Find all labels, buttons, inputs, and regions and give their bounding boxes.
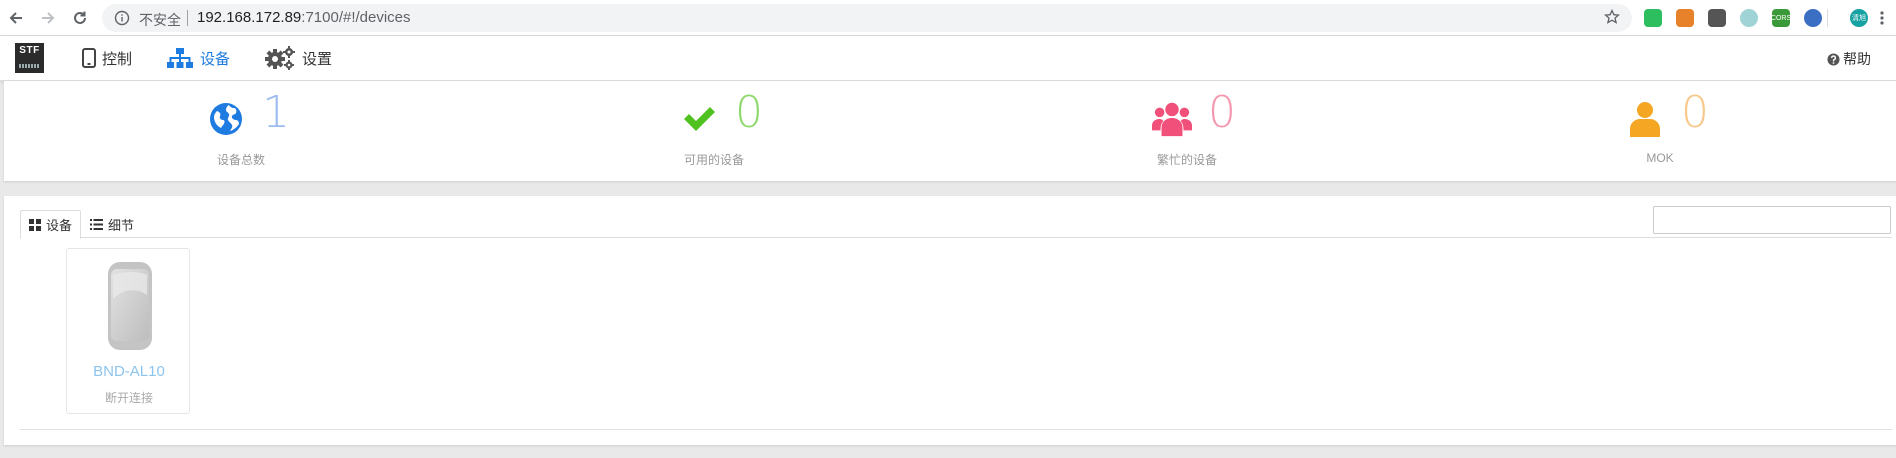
toolbar-divider xyxy=(1827,9,1828,27)
device-status: 断开连接 xyxy=(104,391,153,405)
devices-panel: 设备 细节 BND-AL10 断开连接 xyxy=(4,196,1896,445)
info-icon[interactable] xyxy=(114,10,130,31)
stat-busy-caption: 繁忙的设备 xyxy=(1156,153,1217,167)
tab-details-label: 细节 xyxy=(108,218,135,233)
forward-button[interactable] xyxy=(36,6,60,30)
stat-busy: 0 繁忙的设备 xyxy=(950,81,1423,181)
circle-extension-icon[interactable] xyxy=(1740,9,1758,27)
globe-icon xyxy=(206,99,246,139)
security-label: 不安全 xyxy=(139,12,181,28)
stats-panel: 1 设备总数 0 可用的设备 0 繁忙的设备 0 MOK xyxy=(4,81,1896,181)
profile-avatar-text: 清旭 xyxy=(1852,15,1866,22)
gears-icon xyxy=(265,46,295,70)
stf-logo[interactable]: STF xyxy=(15,43,44,73)
users-icon xyxy=(1152,99,1192,139)
tab-details[interactable]: 细节 xyxy=(82,210,142,239)
back-button[interactable] xyxy=(4,6,28,30)
reload-button[interactable] xyxy=(68,6,92,30)
nav-devices-label: 设备 xyxy=(200,50,231,68)
browser-menu-button[interactable] xyxy=(1872,6,1892,30)
stat-available-caption: 可用的设备 xyxy=(683,153,744,167)
user-icon xyxy=(1625,99,1665,139)
tab-devices-label: 设备 xyxy=(46,218,73,233)
nav-control[interactable]: 控制 xyxy=(82,44,132,72)
arrow-left-icon xyxy=(9,12,22,24)
logo-text: STF xyxy=(19,45,40,56)
device-name: BND-AL10 xyxy=(93,363,165,380)
profile-avatar[interactable]: 清旭 xyxy=(1850,9,1868,27)
stat-available: 0 可用的设备 xyxy=(477,81,950,181)
reload-icon xyxy=(74,11,86,24)
compass-extension-icon[interactable] xyxy=(1708,9,1726,27)
globe-extension-icon[interactable] xyxy=(1804,9,1822,27)
view-tabs: 设备 细节 xyxy=(20,210,1892,239)
browser-chrome: 不安全 192.168.172.89:7100/#!/devices CORS … xyxy=(0,0,1896,36)
grid-icon xyxy=(29,218,41,231)
logo-bar xyxy=(19,64,40,68)
url-path: :7100/#!/devices xyxy=(301,9,411,26)
nav-control-label: 控制 xyxy=(102,50,133,68)
tab-devices[interactable]: 设备 xyxy=(20,210,82,239)
stat-total: 1 设备总数 xyxy=(4,81,477,181)
bookmark-star-icon[interactable] xyxy=(1603,8,1621,30)
sitemap-icon xyxy=(167,48,193,68)
stat-total-caption: 设备总数 xyxy=(216,153,265,167)
mobile-phone-icon xyxy=(82,48,96,68)
kebab-menu-icon xyxy=(1880,11,1884,25)
device-search-input[interactable] xyxy=(1653,206,1891,234)
nav-settings-label: 设置 xyxy=(302,50,333,68)
stat-total-value: 1 xyxy=(262,87,290,138)
stat-busy-value: 0 xyxy=(1208,87,1236,138)
app-navbar: STF 控制 设备 设置 帮助 xyxy=(0,36,1896,81)
device-card[interactable]: BND-AL10 断开连接 xyxy=(66,248,190,414)
arrow-right-icon xyxy=(42,12,55,24)
address-bar[interactable]: 不安全 192.168.172.89:7100/#!/devices xyxy=(102,4,1632,32)
list-icon xyxy=(90,219,103,230)
stat-mok-caption: MOK xyxy=(1646,151,1674,165)
cors-extension-label: CORS xyxy=(1770,14,1792,22)
help-link[interactable]: 帮助 xyxy=(1827,49,1871,69)
url-host: 192.168.172.89 xyxy=(197,9,302,26)
nav-devices[interactable]: 设备 xyxy=(166,44,230,72)
evernote-extension-icon[interactable] xyxy=(1644,9,1662,27)
panel-divider xyxy=(20,429,1892,430)
url-text[interactable]: 192.168.172.89:7100/#!/devices xyxy=(197,9,411,26)
stat-mok-value: 0 xyxy=(1681,87,1709,138)
nav-settings[interactable]: 设置 xyxy=(264,44,332,72)
cors-extension-icon[interactable]: CORS xyxy=(1770,9,1792,27)
question-circle-icon xyxy=(1827,52,1840,66)
fox-extension-icon[interactable] xyxy=(1676,9,1694,27)
stat-mok: 0 MOK xyxy=(1423,81,1896,181)
phone-icon xyxy=(107,261,153,356)
omnibox-divider xyxy=(187,10,188,26)
stat-available-value: 0 xyxy=(735,87,763,138)
help-label: 帮助 xyxy=(1843,51,1871,67)
checkmark-icon xyxy=(679,99,719,139)
